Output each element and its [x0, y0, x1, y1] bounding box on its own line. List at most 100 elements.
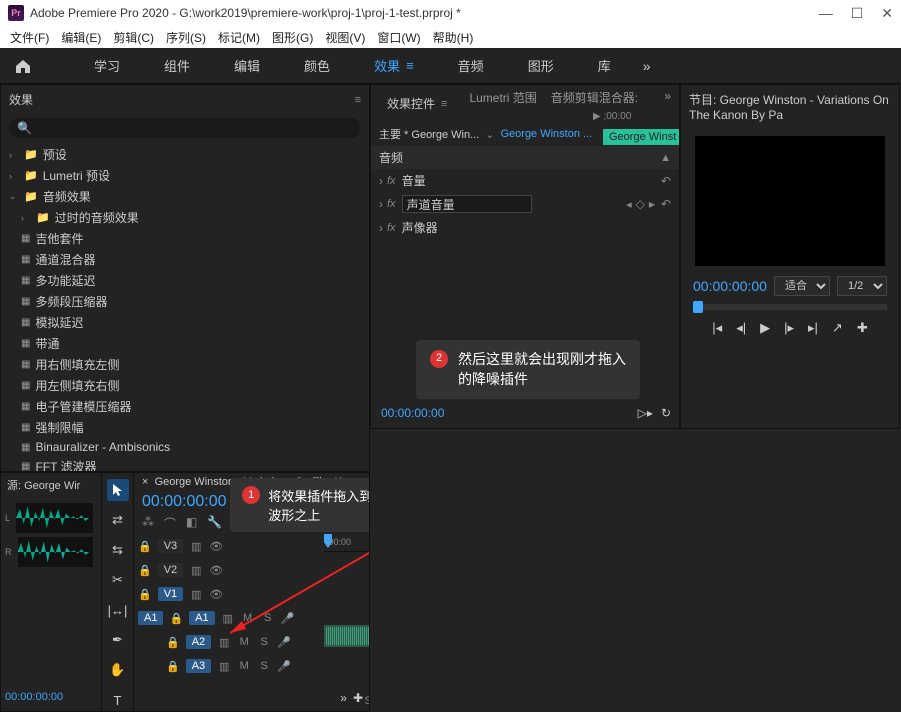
- fx-item[interactable]: 强制限幅: [35, 419, 83, 436]
- program-viewport[interactable]: [695, 136, 885, 266]
- lock-icon[interactable]: 🔒: [166, 660, 180, 673]
- track-A3[interactable]: A3: [186, 659, 211, 673]
- track-V2[interactable]: V2: [158, 563, 183, 577]
- menu-file[interactable]: 文件(F): [10, 29, 49, 46]
- fx-item[interactable]: Binauralizer - Ambisonics: [35, 440, 170, 454]
- track-V1[interactable]: V1: [158, 587, 183, 601]
- workspace-graphics[interactable]: 图形: [506, 48, 576, 84]
- workspace-menu-icon[interactable]: ≡: [406, 58, 414, 73]
- audio-clip-A1[interactable]: [324, 625, 370, 647]
- fx-item[interactable]: 多频段压缩器: [35, 293, 107, 310]
- workspace-color[interactable]: 颜色: [282, 48, 352, 84]
- play-only-icon[interactable]: ▷▸: [638, 406, 653, 420]
- marker-icon[interactable]: ◧: [186, 515, 197, 532]
- solo-button[interactable]: S: [257, 636, 271, 648]
- timeline-ruler[interactable]: ;00:0000:0: [324, 534, 370, 552]
- track-A1[interactable]: A1: [189, 611, 214, 625]
- menu-view[interactable]: 视图(V): [325, 29, 365, 46]
- mic-icon[interactable]: 🎤: [277, 636, 291, 649]
- resolution-select[interactable]: 1/2: [837, 276, 887, 296]
- lock-icon[interactable]: 🔒: [169, 612, 183, 625]
- workspace-effects[interactable]: 效果≡: [352, 48, 436, 84]
- lumetri-scopes-tab[interactable]: Lumetri 范围: [469, 89, 536, 118]
- slip-tool[interactable]: |↔|: [107, 599, 129, 621]
- fx-item[interactable]: 用右侧填充左侧: [35, 356, 119, 373]
- fx-item[interactable]: 带通: [35, 335, 59, 352]
- fx-item[interactable]: 用左侧填充右侧: [35, 377, 119, 394]
- loop-icon[interactable]: ↻: [661, 406, 671, 420]
- hand-tool[interactable]: ✋: [107, 659, 129, 681]
- lumetri-presets-folder[interactable]: Lumetri 预设: [43, 167, 110, 184]
- lock-icon[interactable]: 🔒: [138, 564, 152, 577]
- fx-item[interactable]: 模拟延迟: [35, 314, 83, 331]
- step-back-icon[interactable]: ◂|: [736, 320, 746, 336]
- program-title[interactable]: 节目: George Winston - Variations On The K…: [681, 85, 899, 128]
- source-A1[interactable]: A1: [138, 611, 163, 625]
- eye-icon[interactable]: 👁: [209, 540, 223, 553]
- razor-tool[interactable]: ✂: [107, 569, 129, 591]
- expand-arrow-icon[interactable]: ›: [379, 197, 383, 211]
- panel-menu-icon[interactable]: ≡: [441, 98, 447, 110]
- solo-button[interactable]: S: [257, 660, 271, 672]
- audio-section[interactable]: 音频: [379, 149, 403, 166]
- lock-icon[interactable]: 🔒: [166, 636, 180, 649]
- close-button[interactable]: ✕: [881, 5, 893, 22]
- track-A2[interactable]: A2: [186, 635, 211, 649]
- snap-icon[interactable]: ⁂: [142, 515, 154, 532]
- fx-item[interactable]: 电子管建模压缩器: [35, 398, 131, 415]
- menu-sequence[interactable]: 序列(S): [166, 29, 206, 46]
- mark-in-icon[interactable]: |◂: [712, 320, 722, 336]
- lock-icon[interactable]: 🔒: [138, 588, 152, 601]
- workspace-audio[interactable]: 音频: [436, 48, 506, 84]
- eye-icon[interactable]: 👁: [209, 564, 223, 577]
- maximize-button[interactable]: ☐: [851, 5, 864, 22]
- effects-tree[interactable]: ›📁预设 ›📁Lumetri 预设 ⌄📁音频效果 ›📁过时的音频效果 ▦吉他套件…: [1, 142, 369, 472]
- eye-icon[interactable]: 👁: [209, 588, 223, 601]
- expand-arrow-icon[interactable]: ›: [379, 174, 383, 188]
- ec-timecode[interactable]: 00:00:00:00: [381, 406, 444, 420]
- keyframe-prev-icon[interactable]: ◂: [626, 198, 632, 211]
- panel-menu-icon[interactable]: ≡: [355, 94, 361, 106]
- lift-icon[interactable]: ↗: [832, 320, 843, 336]
- play-icon[interactable]: ▶: [760, 320, 770, 336]
- expand-arrow-icon[interactable]: ›: [379, 221, 383, 235]
- keyframe-next-icon[interactable]: ▸: [649, 197, 655, 211]
- reset-icon[interactable]: ↶: [661, 197, 671, 211]
- audio-effects-folder[interactable]: 音频效果: [43, 188, 91, 205]
- ec-clip-bar[interactable]: George Winst: [603, 129, 679, 145]
- source-title[interactable]: 源: George Wir: [1, 473, 101, 497]
- track-V3[interactable]: V3: [158, 539, 183, 553]
- minimize-button[interactable]: —: [819, 5, 833, 22]
- effect-controls-tab[interactable]: 效果控件≡: [379, 89, 455, 118]
- fx-item[interactable]: 吉他套件: [35, 230, 83, 247]
- ripple-edit-tool[interactable]: ⇆: [107, 539, 129, 561]
- source-timecode[interactable]: 00:00:00:00: [5, 691, 63, 703]
- waveform-left[interactable]: [16, 503, 93, 533]
- obsolete-audio-folder[interactable]: 过时的音频效果: [55, 209, 139, 226]
- fx-item[interactable]: 多功能延迟: [35, 272, 95, 289]
- keyframe-add-icon[interactable]: ◇: [636, 197, 645, 211]
- menu-clip[interactable]: 剪辑(C): [113, 29, 154, 46]
- keyframe-nav-icon[interactable]: ▲: [660, 152, 671, 164]
- add-marker-icon[interactable]: ✚: [857, 320, 868, 336]
- menu-edit[interactable]: 编辑(E): [61, 29, 101, 46]
- mic-icon[interactable]: 🎤: [277, 660, 291, 673]
- program-timecode[interactable]: 00:00:00:00: [693, 278, 767, 294]
- workspace-assembly[interactable]: 组件: [142, 48, 212, 84]
- mute-button[interactable]: M: [237, 660, 251, 672]
- program-scrubber[interactable]: [693, 304, 887, 310]
- pen-tool[interactable]: ✒: [107, 629, 129, 651]
- workspace-overflow[interactable]: »: [643, 58, 651, 74]
- menu-marker[interactable]: 标记(M): [218, 29, 260, 46]
- panner-effect[interactable]: 声像器: [402, 219, 438, 236]
- mic-icon[interactable]: 🎤: [281, 612, 295, 625]
- channel-volume-input[interactable]: [402, 195, 532, 213]
- mark-out-icon[interactable]: ▸|: [808, 320, 818, 336]
- workspace-learn[interactable]: 学习: [72, 48, 142, 84]
- solo-button[interactable]: S: [261, 612, 275, 624]
- clip-select[interactable]: George Winston ...: [500, 128, 592, 140]
- reset-icon[interactable]: ↶: [661, 174, 671, 188]
- fx-item[interactable]: 通道混合器: [35, 251, 95, 268]
- mute-button[interactable]: M: [241, 612, 255, 624]
- lock-icon[interactable]: 🔒: [138, 540, 152, 553]
